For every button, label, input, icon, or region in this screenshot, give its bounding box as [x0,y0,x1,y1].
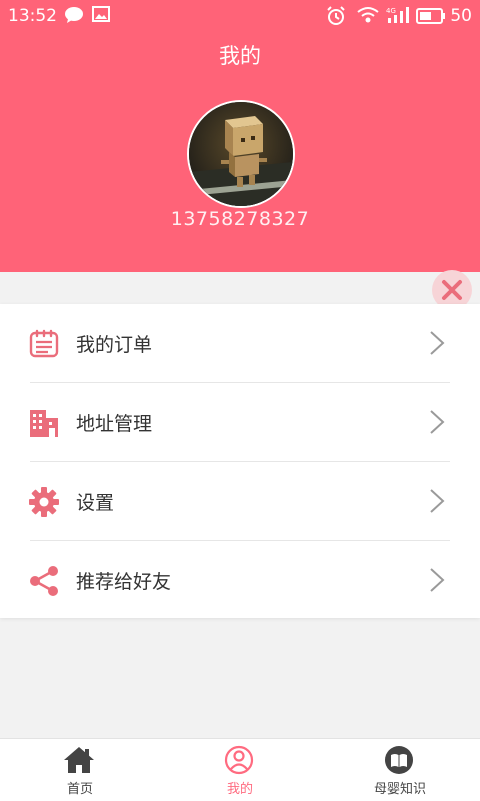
tab-mine[interactable]: 我的 [160,739,320,801]
battery-icon [416,8,445,24]
chat-bubble-icon [65,7,83,23]
book-icon [385,746,413,774]
menu-card: 我的订单 地址管理 设置 推荐给好友 [0,304,480,618]
alarm-icon [327,6,345,25]
status-bar: 13:52 4G 50 [0,0,480,32]
chevron-right-icon [430,568,445,592]
profile-header: 我的 13758278327 [0,32,480,272]
tab-knowledge[interactable]: 母婴知识 [320,739,480,801]
tab-home[interactable]: 首页 [0,739,160,801]
menu-item-address[interactable]: 地址管理 [0,383,480,461]
close-icon [442,280,462,300]
tab-label: 母婴知识 [373,782,426,797]
menu-item-share[interactable]: 推荐给好友 [0,541,480,619]
building-icon [30,410,58,437]
status-time: 13:52 [8,6,57,26]
page-title: 我的 [219,44,261,68]
menu-item-label: 我的订单 [76,334,153,356]
svg-text:4G: 4G [386,7,396,15]
chevron-right-icon [430,489,445,513]
avatar[interactable] [187,100,295,208]
chevron-right-icon [430,331,445,355]
menu-item-settings[interactable]: 设置 [0,462,480,540]
tab-label: 我的 [226,782,253,797]
image-icon [92,6,110,22]
menu-item-label: 推荐给好友 [76,571,172,593]
order-list-icon [29,329,59,358]
menu-item-label: 地址管理 [76,413,153,435]
menu-item-label: 设置 [76,492,115,514]
home-icon [64,747,94,773]
gear-icon [29,487,59,517]
share-icon [30,566,58,596]
bottom-tab-bar: 首页 我的 母婴知识 [0,738,480,801]
user-icon [224,745,254,775]
menu-item-orders[interactable]: 我的订单 [0,304,480,382]
battery-level: 50 [450,6,472,26]
user-phone: 13758278327 [170,208,310,230]
signal-icon: 4G [386,7,409,23]
wifi-icon [357,7,379,23]
tab-label: 首页 [66,782,93,797]
chevron-right-icon [430,410,445,434]
